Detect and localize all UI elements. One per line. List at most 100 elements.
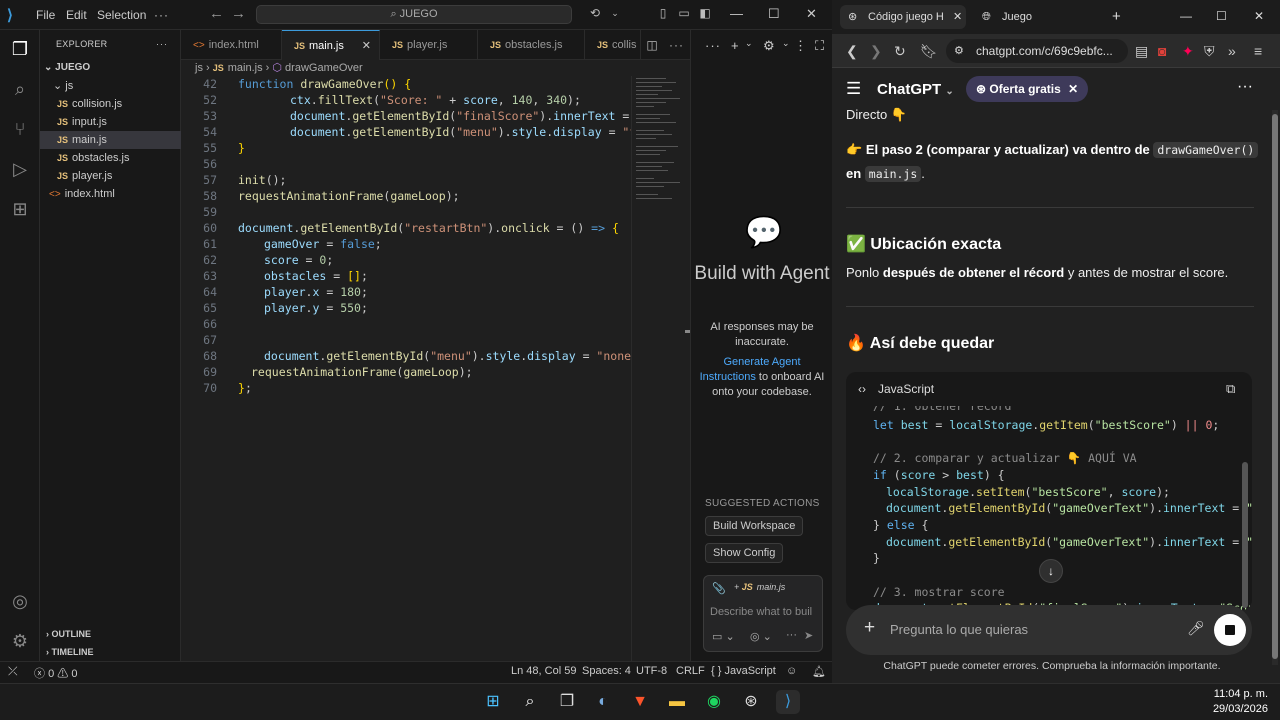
menu-selection[interactable]: Selection bbox=[97, 8, 146, 22]
back-arrow-icon[interactable]: ← bbox=[209, 5, 224, 22]
browser-menu-icon[interactable]: ≡ bbox=[1254, 43, 1262, 59]
show-config-button[interactable]: Show Config bbox=[705, 543, 784, 563]
explorer-icon[interactable]: ❐ bbox=[9, 38, 31, 60]
send-icon[interactable]: ➤ bbox=[804, 629, 813, 642]
breadcrumb-symbol[interactable]: drawGameOver bbox=[285, 62, 363, 74]
system-clock[interactable]: 11:04 p. m. 29/03/2026 bbox=[1213, 687, 1268, 717]
tree-file-input[interactable]: JS input.js bbox=[40, 113, 181, 131]
outline-section[interactable]: › OUTLINE bbox=[40, 625, 181, 643]
task-view-icon[interactable]: ❐ bbox=[555, 690, 579, 714]
toggle-panel-icon[interactable]: ▭ bbox=[677, 6, 691, 20]
copilot-status-icon[interactable]: ☺ bbox=[786, 665, 797, 677]
bookmark-icon[interactable]: 🔖︎ bbox=[920, 43, 938, 60]
tab-player-js[interactable]: JS player.js bbox=[380, 30, 478, 60]
extension-icon[interactable]: ◙ bbox=[1158, 43, 1166, 59]
agent-more-icon[interactable]: ··· bbox=[705, 38, 721, 53]
chevron-down-icon[interactable]: ⌄ bbox=[745, 38, 753, 49]
tree-folder-js[interactable]: ⌄ js bbox=[40, 77, 181, 95]
menu-file[interactable]: File bbox=[36, 8, 55, 22]
model-picker-icon[interactable]: ◎ ⌄ bbox=[750, 630, 772, 643]
line-endings[interactable]: CRLF bbox=[676, 665, 705, 677]
menu-hamburger-icon[interactable]: ☰ bbox=[846, 79, 861, 99]
back-arrow-icon[interactable]: ❮ bbox=[846, 43, 858, 60]
language-mode[interactable]: { } JavaScript bbox=[711, 665, 776, 677]
code-scrollbar[interactable] bbox=[1242, 462, 1248, 608]
command-center-search[interactable]: ⌕ JUEGO bbox=[256, 5, 572, 24]
chevron-down-icon[interactable]: ⌄ bbox=[782, 38, 790, 49]
close-icon[interactable]: ✕ bbox=[1254, 9, 1264, 23]
tree-file-index-html[interactable]: <> index.html bbox=[40, 185, 181, 203]
input-more-icon[interactable]: ··· bbox=[786, 629, 797, 641]
taskbar-search-icon[interactable]: ⌕ bbox=[518, 690, 542, 714]
model-selector[interactable]: ChatGPT ⌄ bbox=[877, 81, 954, 98]
menu-more-icon[interactable]: ··· bbox=[154, 8, 169, 22]
extensions-icon[interactable]: ⊞ bbox=[9, 198, 31, 220]
maximize-panel-icon[interactable]: ⛶ bbox=[815, 38, 824, 54]
build-workspace-button[interactable]: Build Workspace bbox=[705, 516, 804, 536]
address-bar[interactable]: ⚙ chatgpt.com/c/69c9ebfc... bbox=[946, 39, 1128, 63]
brave-rewards-icon[interactable]: ✦ bbox=[1182, 43, 1194, 60]
tab-obstacles-js[interactable]: JS obstacles.js bbox=[478, 30, 585, 60]
scrollbar-thumb[interactable] bbox=[1272, 114, 1278, 659]
copilot-icon[interactable]: ⟲ bbox=[588, 6, 602, 20]
copilot-taskbar-icon[interactable]: ◐ bbox=[591, 690, 615, 714]
split-editor-icon[interactable]: ◫ bbox=[645, 38, 659, 52]
tab-close-icon[interactable]: ✕ bbox=[362, 31, 371, 60]
start-windows-icon[interactable]: ⊞ bbox=[481, 690, 505, 714]
forward-arrow-icon[interactable]: → bbox=[231, 5, 246, 22]
workspace-root[interactable]: ⌄ JUEGO bbox=[40, 59, 181, 77]
agent-overflow-icon[interactable]: ⋮ bbox=[794, 38, 808, 54]
account-icon[interactable]: ◎ bbox=[9, 590, 31, 612]
maximize-icon[interactable]: ☐ bbox=[1216, 9, 1227, 23]
maximize-icon[interactable]: ☐ bbox=[768, 6, 780, 22]
new-chat-plus-icon[interactable]: + bbox=[731, 38, 739, 53]
page-scrollbar[interactable] bbox=[1272, 110, 1278, 665]
stop-generation-button[interactable] bbox=[1214, 614, 1246, 646]
minimap[interactable] bbox=[631, 76, 690, 661]
chevron-down-icon[interactable]: ⌄ bbox=[608, 6, 622, 20]
sidebar-toggle-icon[interactable]: » bbox=[1228, 43, 1236, 59]
breadcrumb-file[interactable]: main.js bbox=[228, 62, 263, 74]
minimize-icon[interactable]: — bbox=[1180, 9, 1192, 23]
close-icon[interactable]: ✕ bbox=[806, 6, 817, 22]
menu-edit[interactable]: Edit bbox=[66, 8, 87, 22]
offer-badge[interactable]: ⊛ Oferta gratis ✕ bbox=[966, 76, 1089, 102]
breadcrumb-folder[interactable]: js bbox=[195, 62, 203, 74]
new-tab-plus-icon[interactable]: + bbox=[1112, 8, 1121, 25]
browser-tab-juego[interactable]: 🌐︎ Juego bbox=[976, 5, 1102, 29]
prompt-input[interactable]: Pregunta lo que quieras bbox=[890, 622, 1028, 637]
cursor-position[interactable]: Ln 48, Col 59 bbox=[511, 665, 576, 677]
settings-gear-icon[interactable]: ⚙ bbox=[9, 630, 31, 652]
tree-file-player[interactable]: JS player.js bbox=[40, 167, 181, 185]
forward-arrow-icon[interactable]: ❯ bbox=[870, 43, 882, 60]
attach-paperclip-icon[interactable]: 📎 bbox=[712, 582, 726, 595]
remote-icon[interactable]: ⤫ bbox=[8, 664, 18, 679]
copy-icon[interactable]: ⧉ bbox=[1226, 372, 1235, 406]
toggle-secondary-sidebar-icon[interactable]: ◧ bbox=[698, 6, 712, 20]
tree-file-main[interactable]: JS main.js bbox=[40, 131, 181, 149]
toggle-sidebar-icon[interactable]: ▯ bbox=[656, 6, 670, 20]
agent-mode-icon[interactable]: ▭ ⌄ bbox=[712, 630, 735, 643]
browser-tab-chatgpt[interactable]: ⊛ Código juego H ✕ bbox=[840, 5, 966, 29]
vscode-taskbar-icon[interactable]: ⟩ bbox=[776, 690, 800, 714]
code-editor[interactable]: 42 function drawGameOver() { 52 ctx.fill… bbox=[181, 76, 631, 661]
timeline-section[interactable]: › TIMELINE bbox=[40, 643, 181, 661]
minimize-icon[interactable]: — bbox=[730, 6, 743, 21]
file-explorer-icon[interactable]: ▬ bbox=[665, 690, 689, 714]
scroll-down-arrow-icon[interactable]: ↓ bbox=[1039, 559, 1063, 583]
reader-mode-icon[interactable]: ▤ bbox=[1135, 43, 1148, 60]
chatgpt-app-icon[interactable]: ⊛ bbox=[739, 690, 763, 714]
tree-file-obstacles[interactable]: JS obstacles.js bbox=[40, 149, 181, 167]
brave-browser-icon[interactable]: ▼ bbox=[628, 690, 652, 714]
problems-indicator[interactable]: ⓧ 0 ⚠ 0 bbox=[34, 665, 77, 681]
encoding[interactable]: UTF-8 bbox=[636, 665, 667, 677]
search-icon[interactable]: ⌕ bbox=[9, 78, 31, 100]
agent-chat-input[interactable]: Describe what to buil bbox=[710, 606, 812, 618]
context-file-chip[interactable]: + JS main.js bbox=[734, 582, 785, 592]
vpn-shield-icon[interactable]: ⛨ bbox=[1204, 43, 1215, 60]
tree-file-collision[interactable]: JS collision.js bbox=[40, 95, 181, 113]
notifications-bell-icon[interactable]: 🔔︎ bbox=[812, 665, 826, 678]
agent-settings-gear-icon[interactable]: ⚙ bbox=[763, 38, 775, 54]
chat-options-icon[interactable]: ··· bbox=[1237, 78, 1253, 96]
tab-close-icon[interactable]: ✕ bbox=[953, 5, 962, 29]
